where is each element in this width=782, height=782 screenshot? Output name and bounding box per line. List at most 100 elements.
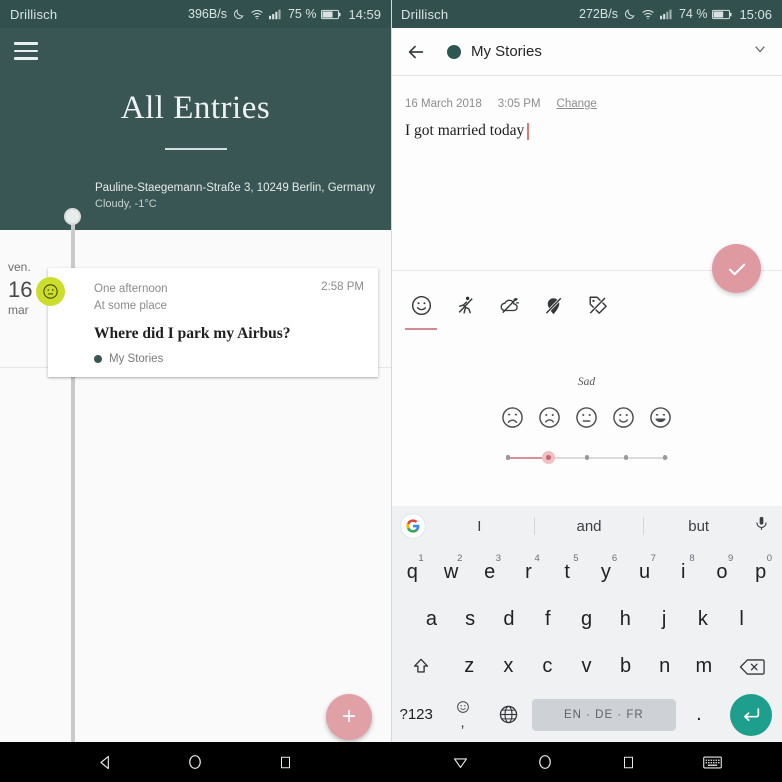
spacebar[interactable]: EN · DE · FR <box>532 698 676 731</box>
key-c[interactable]: c <box>528 643 567 690</box>
slider-thumb[interactable] <box>541 451 555 464</box>
moon-icon <box>232 8 245 21</box>
suggestion-0[interactable]: I <box>425 518 534 535</box>
add-entry-fab[interactable]: + <box>326 694 372 740</box>
key-s[interactable]: s <box>451 596 490 643</box>
wifi-icon <box>250 8 264 21</box>
moon-icon <box>623 8 636 21</box>
key-v[interactable]: v <box>567 643 606 690</box>
key-r[interactable]: 4r <box>509 549 548 596</box>
nav-keyboard-dismiss-icon[interactable] <box>441 742 481 782</box>
key-u[interactable]: 7u <box>625 549 664 596</box>
key-period[interactable]: . <box>676 690 722 739</box>
slider-tick-3[interactable] <box>623 455 628 460</box>
clock-right: 15:06 <box>739 6 772 22</box>
key-h[interactable]: h <box>606 596 645 643</box>
entry-notebook: My Stories <box>94 353 364 365</box>
mood-face-options <box>391 405 782 430</box>
save-entry-fab[interactable] <box>712 244 761 293</box>
emoji-icon[interactable]: , <box>439 690 485 739</box>
mood-slider[interactable] <box>505 450 668 466</box>
tab-weather[interactable] <box>487 286 531 324</box>
shift-icon[interactable] <box>393 643 450 690</box>
key-b[interactable]: b <box>606 643 645 690</box>
tab-mood[interactable] <box>399 286 443 324</box>
google-logo-icon[interactable] <box>401 514 425 538</box>
entry-body-text: I got married today <box>405 122 525 139</box>
screenshot-root: Drillisch 396B/s 75 % 14:59 Drillisch 27… <box>0 0 782 782</box>
key-k[interactable]: k <box>683 596 722 643</box>
key-q[interactable]: 1q <box>393 549 432 596</box>
entry-card[interactable]: One afternoon At some place 2:58 PM Wher… <box>36 268 378 377</box>
key-symbols[interactable]: ?123 <box>393 690 439 739</box>
key-i[interactable]: 8i <box>664 549 703 596</box>
very-happy-face[interactable] <box>648 405 673 430</box>
tab-tag[interactable] <box>575 286 619 324</box>
signal-icon <box>268 8 283 20</box>
nav-back-triangle-icon[interactable] <box>85 742 125 782</box>
key-g[interactable]: g <box>567 596 606 643</box>
nav-home-circle-icon[interactable] <box>525 742 565 782</box>
entry-meta-date: 16 March 2018 <box>405 98 482 110</box>
key-q-num: 1 <box>418 553 424 564</box>
key-y-label: y <box>600 561 611 583</box>
nav-recents-square-icon[interactable] <box>608 742 648 782</box>
key-j[interactable]: j <box>645 596 684 643</box>
tag-off-icon <box>588 296 607 314</box>
key-f[interactable]: f <box>528 596 567 643</box>
entry-body-input[interactable]: I got married today <box>391 110 782 140</box>
key-o[interactable]: 9o <box>703 549 742 596</box>
key-y[interactable]: 6y <box>587 549 626 596</box>
active-tab-indicator <box>405 328 437 330</box>
status-bar-left: Drillisch 396B/s 75 % 14:59 <box>0 0 391 28</box>
tab-activity[interactable] <box>443 286 487 324</box>
key-m[interactable]: m <box>684 643 723 690</box>
key-l[interactable]: l <box>722 596 761 643</box>
key-e-label: e <box>484 561 496 583</box>
key-z[interactable]: z <box>450 643 489 690</box>
very-sad-face[interactable] <box>500 405 525 430</box>
tab-location[interactable] <box>531 286 575 324</box>
enter-icon[interactable] <box>730 693 773 736</box>
key-p[interactable]: 0p <box>741 549 780 596</box>
slider-tick-2[interactable] <box>505 455 510 460</box>
location-block: Pauline-Staegemann-Straße 3, 10249 Berli… <box>95 180 381 213</box>
mood-slider-wrap <box>391 450 782 466</box>
key-w[interactable]: 2w <box>432 549 471 596</box>
change-datetime-link[interactable]: Change <box>557 98 597 110</box>
key-p-label: p <box>755 561 767 583</box>
key-e-num: 3 <box>495 553 502 564</box>
key-x[interactable]: x <box>489 643 528 690</box>
key-a[interactable]: a <box>412 596 451 643</box>
notebook-color-dot <box>94 354 102 363</box>
suggestion-items: I and but <box>425 517 753 535</box>
slider-tick-2b[interactable] <box>584 455 589 460</box>
key-e[interactable]: 3e <box>470 549 509 596</box>
key-d[interactable]: d <box>490 596 529 643</box>
sad-face[interactable] <box>537 405 562 430</box>
key-t[interactable]: 5t <box>548 549 587 596</box>
neutral-face[interactable] <box>574 405 599 430</box>
backspace-icon[interactable] <box>723 643 780 690</box>
slider-tick-4[interactable] <box>662 455 667 460</box>
happy-face[interactable] <box>611 405 636 430</box>
chevron-down-icon[interactable] <box>752 41 768 62</box>
navigation-bar-right <box>391 742 782 782</box>
globe-icon[interactable] <box>486 690 532 739</box>
hamburger-icon[interactable] <box>14 42 38 60</box>
suggestion-2[interactable]: but <box>644 518 753 535</box>
nav-recents-square-icon[interactable] <box>266 742 306 782</box>
nav-home-circle-icon[interactable] <box>175 742 215 782</box>
carrier-label-left: Drillisch <box>10 6 58 22</box>
check-icon <box>728 263 745 275</box>
entry-time: 2:58 PM <box>321 281 364 293</box>
back-arrow-icon[interactable] <box>405 41 427 63</box>
microphone-icon[interactable] <box>753 515 770 537</box>
notebook-label: My Stories <box>109 352 164 365</box>
carrier-label-right: Drillisch <box>401 6 449 22</box>
nav-keyboard-switch-icon[interactable] <box>692 742 732 782</box>
suggestion-1[interactable]: and <box>535 518 644 535</box>
key-n[interactable]: n <box>645 643 684 690</box>
battery-icon <box>321 9 341 20</box>
title-divider <box>164 148 227 150</box>
